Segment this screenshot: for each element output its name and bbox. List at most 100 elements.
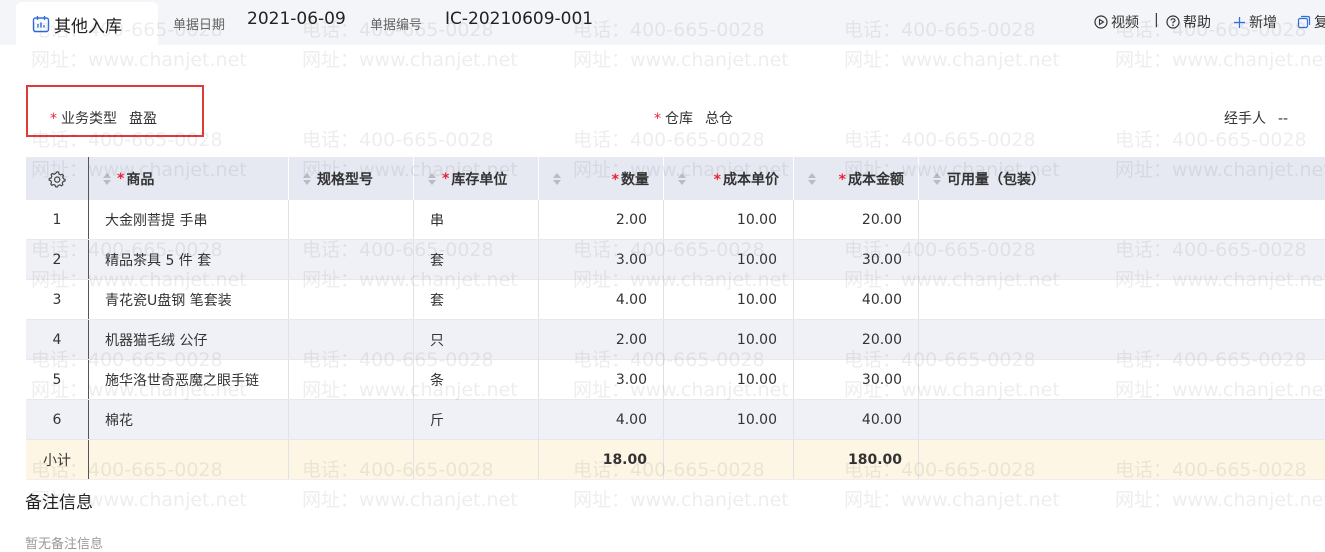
- unit-cost-cell[interactable]: 10.00: [664, 400, 794, 439]
- sort-icon: [553, 172, 561, 185]
- column-label: 库存单位: [451, 171, 508, 188]
- watermark-site: 网址：www.chanjet.net: [302, 49, 518, 71]
- unit-cell[interactable]: 串: [414, 200, 539, 239]
- document-number-label: 单据编号: [370, 18, 423, 33]
- watermark-site: 网址：www.chanjet.net: [1115, 489, 1325, 511]
- subtotal-empty: [919, 440, 1325, 479]
- play-circle-icon: [1094, 15, 1108, 29]
- table-row[interactable]: 2 精品茶具 5 件 套 套 3.00 10.00 30.00: [26, 240, 1325, 280]
- cost-amount-cell[interactable]: 40.00: [794, 400, 919, 439]
- column-settings-button[interactable]: [26, 157, 89, 200]
- document-date-label: 单据日期: [173, 18, 226, 33]
- spec-cell[interactable]: [289, 360, 414, 399]
- spec-cell[interactable]: [289, 200, 414, 239]
- add-label: 新增: [1249, 15, 1277, 31]
- unit-cell[interactable]: 斤: [414, 400, 539, 439]
- unit-cell[interactable]: 套: [414, 240, 539, 279]
- subtotal-label: 小计: [26, 440, 89, 479]
- help-label: 帮助: [1183, 15, 1211, 31]
- column-label: 商品: [126, 171, 155, 188]
- cost-amount-cell[interactable]: 20.00: [794, 320, 919, 359]
- sort-icon: [428, 172, 436, 185]
- spec-cell[interactable]: [289, 320, 414, 359]
- column-header-spec[interactable]: 规格型号: [289, 157, 414, 200]
- tab-title: 其他入库: [54, 17, 122, 37]
- video-label: 视频: [1111, 15, 1139, 31]
- document-date-value: 2021-06-09: [247, 9, 346, 29]
- cost-amount-cell[interactable]: 40.00: [794, 280, 919, 319]
- spec-cell[interactable]: [289, 400, 414, 439]
- spec-cell[interactable]: [289, 280, 414, 319]
- available-cell: [919, 200, 1325, 239]
- column-label: 成本金额: [848, 171, 904, 188]
- video-button[interactable]: 视频: [1094, 12, 1139, 32]
- sort-icon: [678, 172, 686, 185]
- remarks-empty-text: 暂无备注信息: [25, 537, 104, 552]
- available-cell: [919, 240, 1325, 279]
- subtotal-empty: [414, 440, 539, 479]
- toolbar-separator: |: [1154, 12, 1159, 28]
- copy-button[interactable]: 复: [1297, 12, 1325, 32]
- column-header-cost-amount[interactable]: * 成本金额: [794, 157, 919, 200]
- unit-cost-cell[interactable]: 10.00: [664, 320, 794, 359]
- qty-cell[interactable]: 4.00: [539, 280, 664, 319]
- unit-cell[interactable]: 条: [414, 360, 539, 399]
- subtotal-row: 小计 18.00 180.00: [26, 440, 1325, 480]
- warehouse-field[interactable]: * 仓库 总仓: [654, 108, 733, 128]
- top-bar: 其他入库 单据日期 2021-06-09 单据编号 IC-20210609-00…: [0, 0, 1325, 45]
- row-number: 5: [26, 360, 89, 399]
- spec-cell[interactable]: [289, 240, 414, 279]
- column-label: 可用量（包装）: [947, 171, 1045, 188]
- cost-amount-cell[interactable]: 30.00: [794, 360, 919, 399]
- unit-cost-cell[interactable]: 10.00: [664, 240, 794, 279]
- sort-icon: [933, 172, 941, 185]
- handler-field[interactable]: 经手人 --: [1224, 108, 1288, 128]
- product-cell[interactable]: 机器猫毛绒 公仔: [89, 320, 289, 359]
- help-button[interactable]: 帮助: [1166, 12, 1211, 32]
- column-header-unit-cost[interactable]: * 成本单价: [664, 157, 794, 200]
- product-cell[interactable]: 青花瓷U盘钢 笔套装: [89, 280, 289, 319]
- column-label: 成本单价: [723, 171, 779, 188]
- table-row[interactable]: 3 青花瓷U盘钢 笔套装 套 4.00 10.00 40.00: [26, 280, 1325, 320]
- table-row[interactable]: 1 大金刚菩提 手串 串 2.00 10.00 20.00: [26, 200, 1325, 240]
- table-row[interactable]: 5 施华洛世奇恶魔之眼手链 条 3.00 10.00 30.00: [26, 360, 1325, 400]
- tab-other-inbound[interactable]: 其他入库: [16, 2, 158, 45]
- unit-cost-cell[interactable]: 10.00: [664, 280, 794, 319]
- qty-cell[interactable]: 2.00: [539, 320, 664, 359]
- qty-cell[interactable]: 4.00: [539, 400, 664, 439]
- warehouse-value: 总仓: [705, 111, 733, 127]
- watermark-site: 网址：www.chanjet.net: [1115, 49, 1325, 71]
- subtotal-empty: [289, 440, 414, 479]
- watermark-phone: 电话：400-665-0028: [573, 129, 765, 151]
- product-cell[interactable]: 精品茶具 5 件 套: [89, 240, 289, 279]
- watermark-site: 网址：www.chanjet.net: [573, 489, 789, 511]
- watermark-site: 网址：www.chanjet.net: [31, 49, 247, 71]
- column-header-product[interactable]: * 商品: [89, 157, 289, 200]
- help-circle-icon: [1166, 15, 1180, 29]
- unit-cost-cell[interactable]: 10.00: [664, 200, 794, 239]
- qty-cell[interactable]: 2.00: [539, 200, 664, 239]
- column-header-unit[interactable]: * 库存单位: [414, 157, 539, 200]
- product-cell[interactable]: 大金刚菩提 手串: [89, 200, 289, 239]
- available-cell: [919, 280, 1325, 319]
- column-header-available[interactable]: 可用量（包装）: [919, 157, 1325, 200]
- qty-cell[interactable]: 3.00: [539, 240, 664, 279]
- cost-amount-cell[interactable]: 20.00: [794, 200, 919, 239]
- qty-cell[interactable]: 3.00: [539, 360, 664, 399]
- product-cell[interactable]: 施华洛世奇恶魔之眼手链: [89, 360, 289, 399]
- business-type-field[interactable]: * 业务类型 盘盈: [50, 108, 157, 128]
- remarks-title: 备注信息: [25, 493, 93, 513]
- unit-cell[interactable]: 只: [414, 320, 539, 359]
- column-header-qty[interactable]: * 数量: [539, 157, 664, 200]
- unit-cost-cell[interactable]: 10.00: [664, 360, 794, 399]
- product-cell[interactable]: 棉花: [89, 400, 289, 439]
- business-type-value: 盘盈: [129, 111, 157, 127]
- table-row[interactable]: 6 棉花 斤 4.00 10.00 40.00: [26, 400, 1325, 440]
- table-row[interactable]: 4 机器猫毛绒 公仔 只 2.00 10.00 20.00: [26, 320, 1325, 360]
- column-label: 规格型号: [317, 171, 373, 188]
- sort-icon: [808, 172, 816, 185]
- cost-amount-cell[interactable]: 30.00: [794, 240, 919, 279]
- unit-cell[interactable]: 套: [414, 280, 539, 319]
- required-mark: *: [442, 170, 450, 187]
- add-button[interactable]: 新增: [1233, 12, 1277, 32]
